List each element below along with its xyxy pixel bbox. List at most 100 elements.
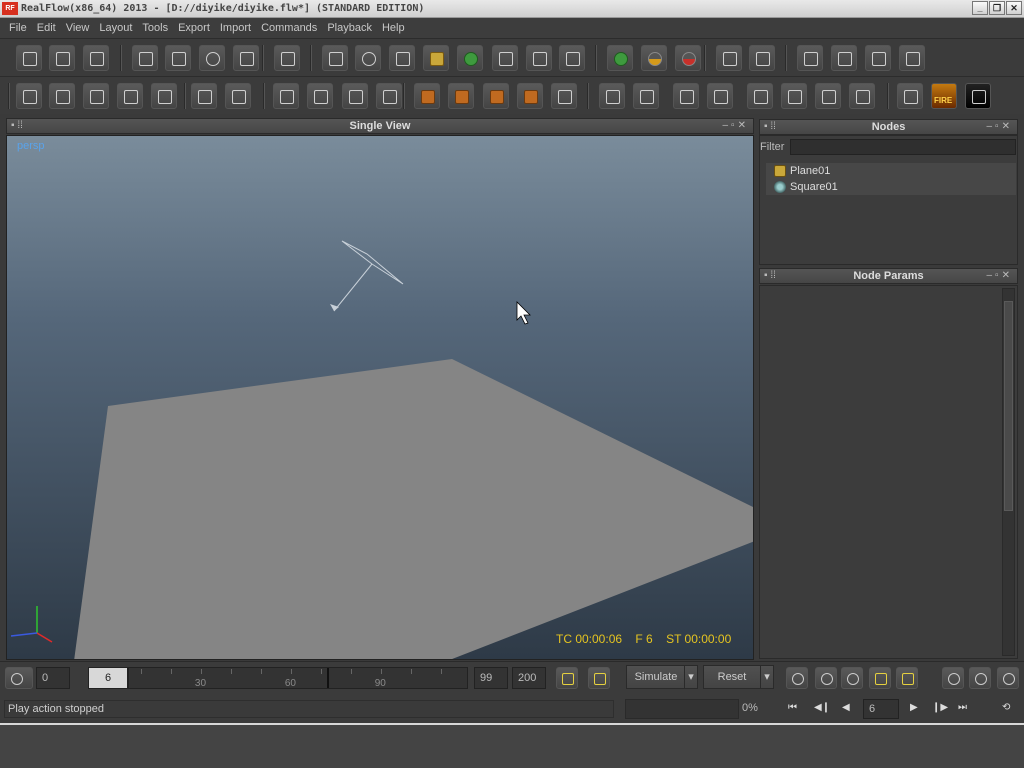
cube-b-icon[interactable]	[633, 83, 659, 109]
menu-playback[interactable]: Playback	[322, 18, 377, 38]
record-green-icon[interactable]	[607, 45, 633, 71]
link-swap-icon[interactable]	[117, 83, 143, 109]
mesh-a-icon[interactable]	[414, 83, 440, 109]
params-scrollbar[interactable]	[1002, 288, 1015, 656]
play-forward-icon[interactable]: ▶	[910, 702, 918, 713]
set-range-end-button[interactable]	[588, 667, 610, 689]
loop-icon[interactable]: ⟲	[1002, 702, 1010, 713]
reset-dropdown-button[interactable]: ▾	[760, 665, 774, 689]
visibility-icon[interactable]	[841, 667, 863, 689]
mesh-b-icon[interactable]	[448, 83, 474, 109]
layer-icon[interactable]	[273, 83, 299, 109]
scale-view-icon[interactable]	[815, 667, 837, 689]
menu-view[interactable]: View	[61, 18, 95, 38]
playback-frame-field[interactable]: 6	[863, 699, 899, 719]
shade-c-icon[interactable]	[815, 83, 841, 109]
add-wave-icon[interactable]	[526, 45, 552, 71]
add-daemon-icon[interactable]	[389, 45, 415, 71]
current-frame-field[interactable]: 6	[88, 667, 128, 689]
menu-help[interactable]: Help	[377, 18, 410, 38]
hourglass-icon[interactable]	[551, 83, 577, 109]
maximize-button[interactable]: ❐	[989, 1, 1005, 15]
add-emitter-icon[interactable]	[355, 45, 381, 71]
link-add-icon[interactable]	[49, 83, 75, 109]
add-camera-icon[interactable]	[492, 45, 518, 71]
add-primitive-icon[interactable]	[423, 45, 449, 71]
link-refresh-icon[interactable]	[151, 83, 177, 109]
timeline-options-button[interactable]	[5, 667, 33, 689]
step-back-icon[interactable]: ◀❙	[814, 702, 830, 713]
close-button[interactable]: ✕	[1006, 1, 1022, 15]
step-forward-key-icon[interactable]	[969, 667, 991, 689]
filter-icon[interactable]	[307, 83, 333, 109]
move-icon[interactable]	[165, 45, 191, 71]
start-frame-field[interactable]: 0	[36, 667, 70, 689]
eye-green-icon[interactable]	[786, 667, 808, 689]
menu-file[interactable]: File	[4, 18, 32, 38]
shade-d-icon[interactable]	[849, 83, 875, 109]
menu-tools[interactable]: Tools	[137, 18, 173, 38]
node-item-square01[interactable]: Square01	[766, 179, 1016, 195]
save-scene-icon[interactable]	[83, 45, 109, 71]
step-forward-icon[interactable]: ❙▶	[932, 702, 948, 713]
gear-yellow-icon[interactable]	[869, 667, 891, 689]
batch-sim-icon[interactable]	[797, 45, 823, 71]
fire-icon[interactable]	[931, 83, 957, 109]
cache-clear-icon[interactable]	[749, 45, 775, 71]
box-close-icon[interactable]	[225, 83, 251, 109]
end-frame-field[interactable]: 99	[474, 667, 508, 689]
open-scene-icon[interactable]	[49, 45, 75, 71]
wrench-icon[interactable]	[997, 667, 1019, 689]
panel-menu-icon[interactable]: ▪ ⁞⁞	[764, 120, 776, 134]
add-mesh-icon[interactable]	[457, 45, 483, 71]
playhead[interactable]	[326, 668, 329, 688]
add-object-icon[interactable]	[322, 45, 348, 71]
shade-a-icon[interactable]	[747, 83, 773, 109]
reset-button[interactable]: Reset	[703, 665, 761, 689]
scale-icon[interactable]	[233, 45, 259, 71]
panel-window-controls[interactable]: –▫✕	[987, 269, 1014, 283]
panel-window-controls[interactable]: –▫✕	[723, 119, 750, 133]
maxwell-icon[interactable]	[965, 83, 991, 109]
max-frame-field[interactable]: 200	[512, 667, 546, 689]
step-back-key-icon[interactable]	[942, 667, 964, 689]
particles-icon[interactable]	[376, 83, 402, 109]
minimize-button[interactable]: _	[972, 1, 988, 15]
go-to-end-icon[interactable]: ⏭	[958, 702, 967, 713]
view-settings-icon[interactable]	[897, 83, 923, 109]
timer-icon[interactable]	[865, 45, 891, 71]
new-scene-icon[interactable]	[16, 45, 42, 71]
mesh-c-icon[interactable]	[483, 83, 509, 109]
link-remove-icon[interactable]	[83, 83, 109, 109]
menu-commands[interactable]: Commands	[256, 18, 322, 38]
3d-viewport[interactable]: persp TC 00:00:06 F 6 ST 00:00:00	[6, 135, 754, 660]
axis-icon[interactable]	[274, 45, 300, 71]
menu-export[interactable]: Export	[173, 18, 215, 38]
scrollbar-thumb[interactable]	[1004, 301, 1013, 511]
render-icon[interactable]	[899, 45, 925, 71]
filter-input[interactable]	[790, 139, 1016, 155]
set-range-start-button[interactable]	[556, 667, 578, 689]
panel-menu-icon[interactable]: ▪ ⁞⁞	[764, 269, 776, 283]
graph-icon[interactable]	[831, 45, 857, 71]
ruler-icon[interactable]	[342, 83, 368, 109]
cube-a-icon[interactable]	[599, 83, 625, 109]
play-backward-icon[interactable]: ◀	[842, 702, 850, 713]
cache-save-icon[interactable]	[716, 45, 742, 71]
record-amber-icon[interactable]	[641, 45, 667, 71]
shade-b-icon[interactable]	[781, 83, 807, 109]
box-open-icon[interactable]	[191, 83, 217, 109]
cube-d-icon[interactable]	[707, 83, 733, 109]
add-rigid-icon[interactable]	[559, 45, 585, 71]
gear-yellow-2-icon[interactable]	[896, 667, 918, 689]
select-icon[interactable]	[132, 45, 158, 71]
menu-import[interactable]: Import	[215, 18, 256, 38]
cube-c-icon[interactable]	[673, 83, 699, 109]
record-red-icon[interactable]	[675, 45, 701, 71]
timeline-slider[interactable]: 30 60 90	[128, 667, 468, 689]
menu-layout[interactable]: Layout	[94, 18, 137, 38]
rotate-icon[interactable]	[199, 45, 225, 71]
simulate-button[interactable]: Simulate	[626, 665, 686, 689]
node-list-icon[interactable]	[16, 83, 42, 109]
mesh-d-icon[interactable]	[517, 83, 543, 109]
